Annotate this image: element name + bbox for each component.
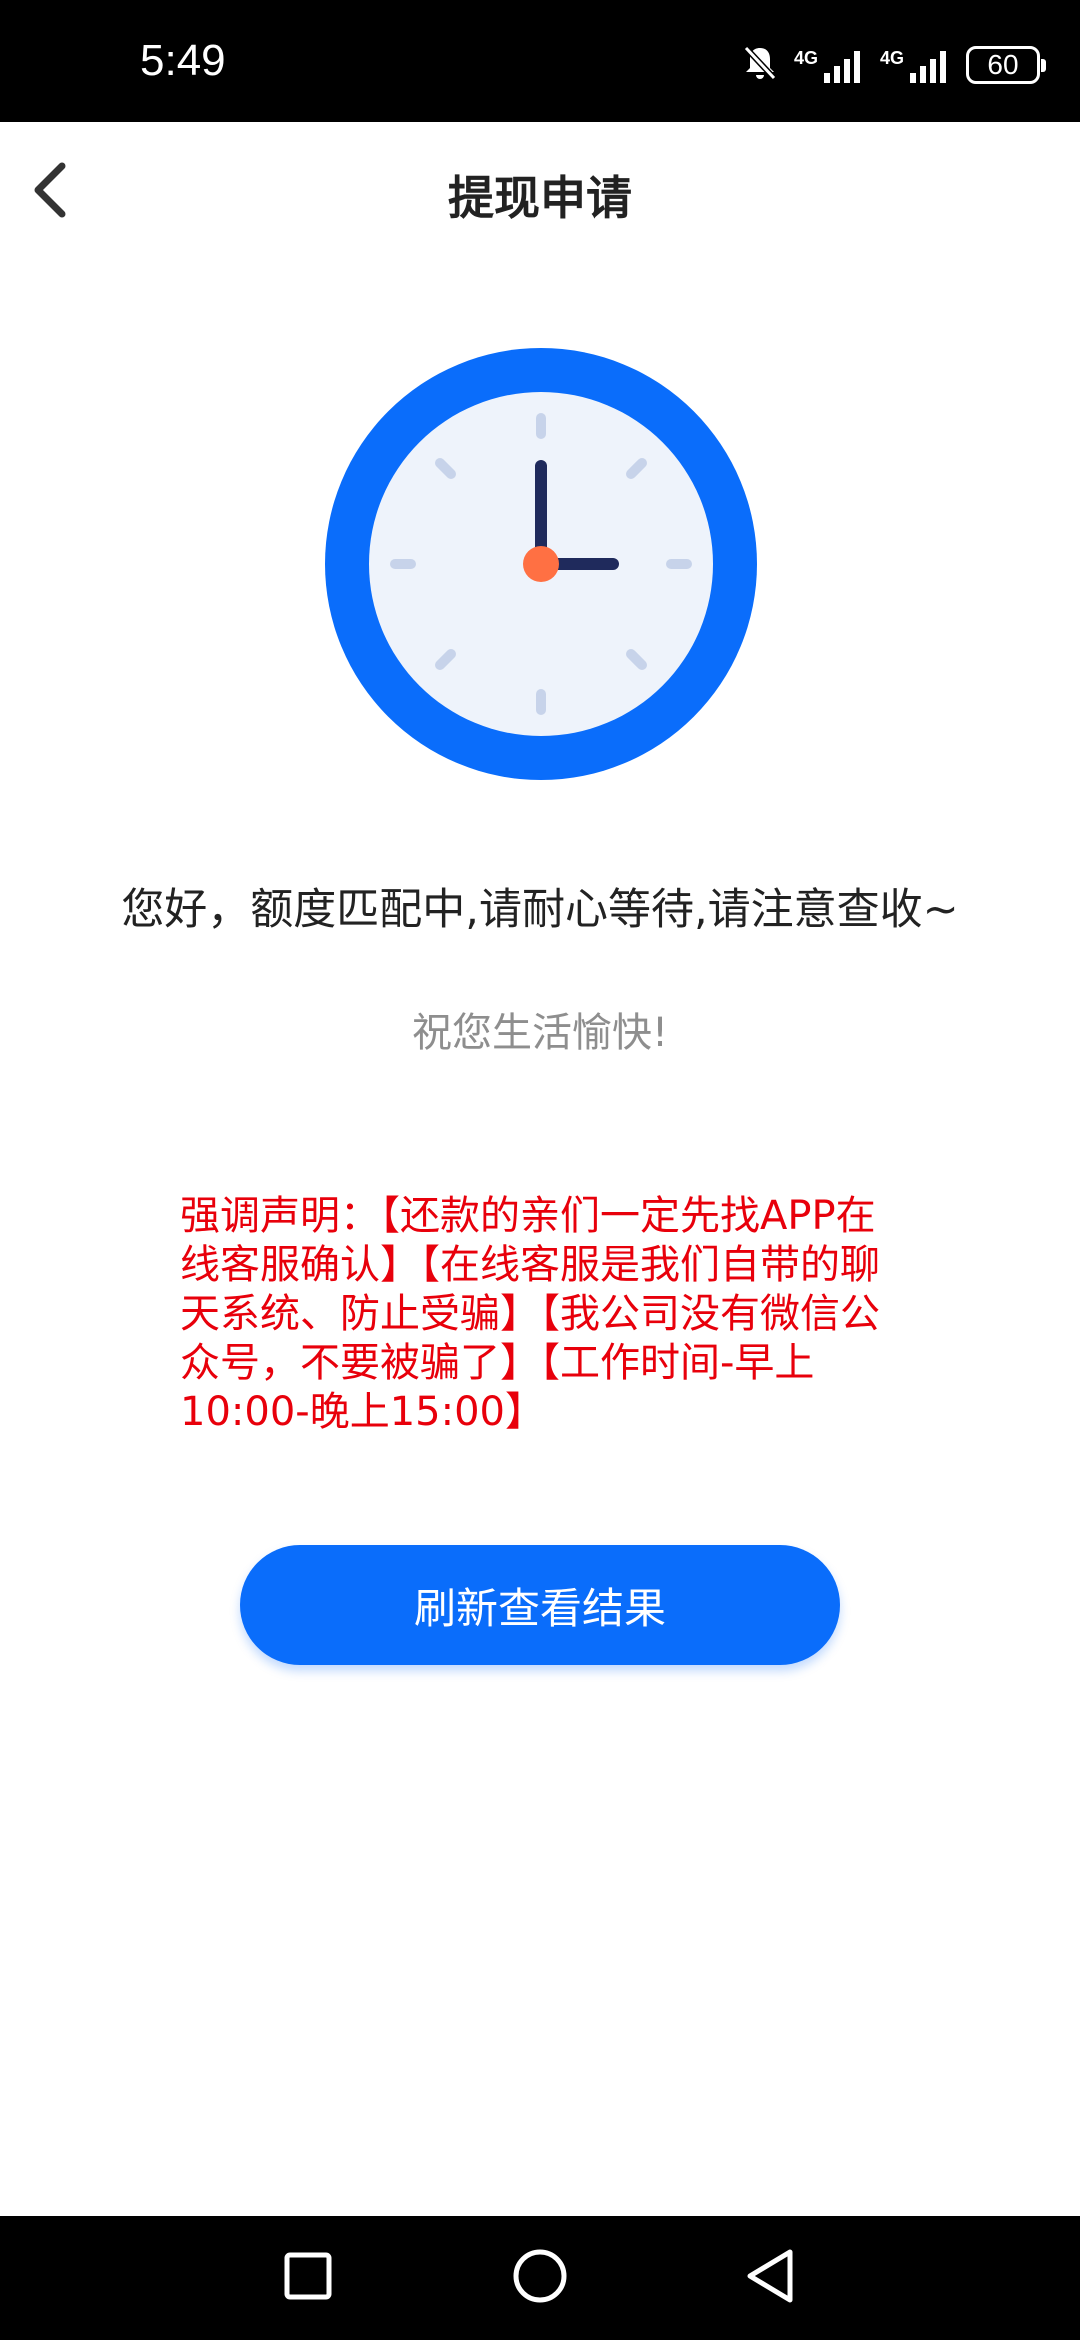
recents-square-icon xyxy=(283,2251,333,2305)
notice-text: 强调声明：【还款的亲们一定先找APP在线客服确认】【在线客服是我们自带的聊天系统… xyxy=(180,1193,880,1435)
app-header: 提现申请 xyxy=(0,122,1080,257)
status-bar: 5:49 4G 4G 60 xyxy=(0,0,1080,122)
battery-icon: 60 xyxy=(966,46,1046,84)
status-time: 5:49 xyxy=(140,36,226,85)
bell-muted-icon xyxy=(740,43,780,87)
clock-icon xyxy=(325,348,757,780)
battery-level: 60 xyxy=(987,49,1019,80)
home-button[interactable] xyxy=(500,2238,580,2318)
status-icons: 4G 4G 60 xyxy=(740,40,1046,90)
status-message: 您好，额度匹配中,请耐心等待,请注意查收~ xyxy=(121,885,959,935)
network-label: 4G xyxy=(793,48,818,68)
home-circle-icon xyxy=(512,2248,568,2308)
back-triangle-icon xyxy=(744,2248,796,2308)
page-title: 提现申请 xyxy=(448,171,632,225)
recents-button[interactable] xyxy=(268,2238,348,2318)
refresh-results-button[interactable]: 刷新查看结果 xyxy=(240,1545,840,1665)
signal-icon: 4G xyxy=(794,45,866,85)
signal-icon: 4G xyxy=(880,45,952,85)
nav-back-button[interactable] xyxy=(730,2238,810,2318)
system-nav-bar xyxy=(0,2216,1080,2340)
network-label: 4G xyxy=(879,48,904,68)
greeting-message: 祝您生活愉快! xyxy=(411,1010,669,1056)
